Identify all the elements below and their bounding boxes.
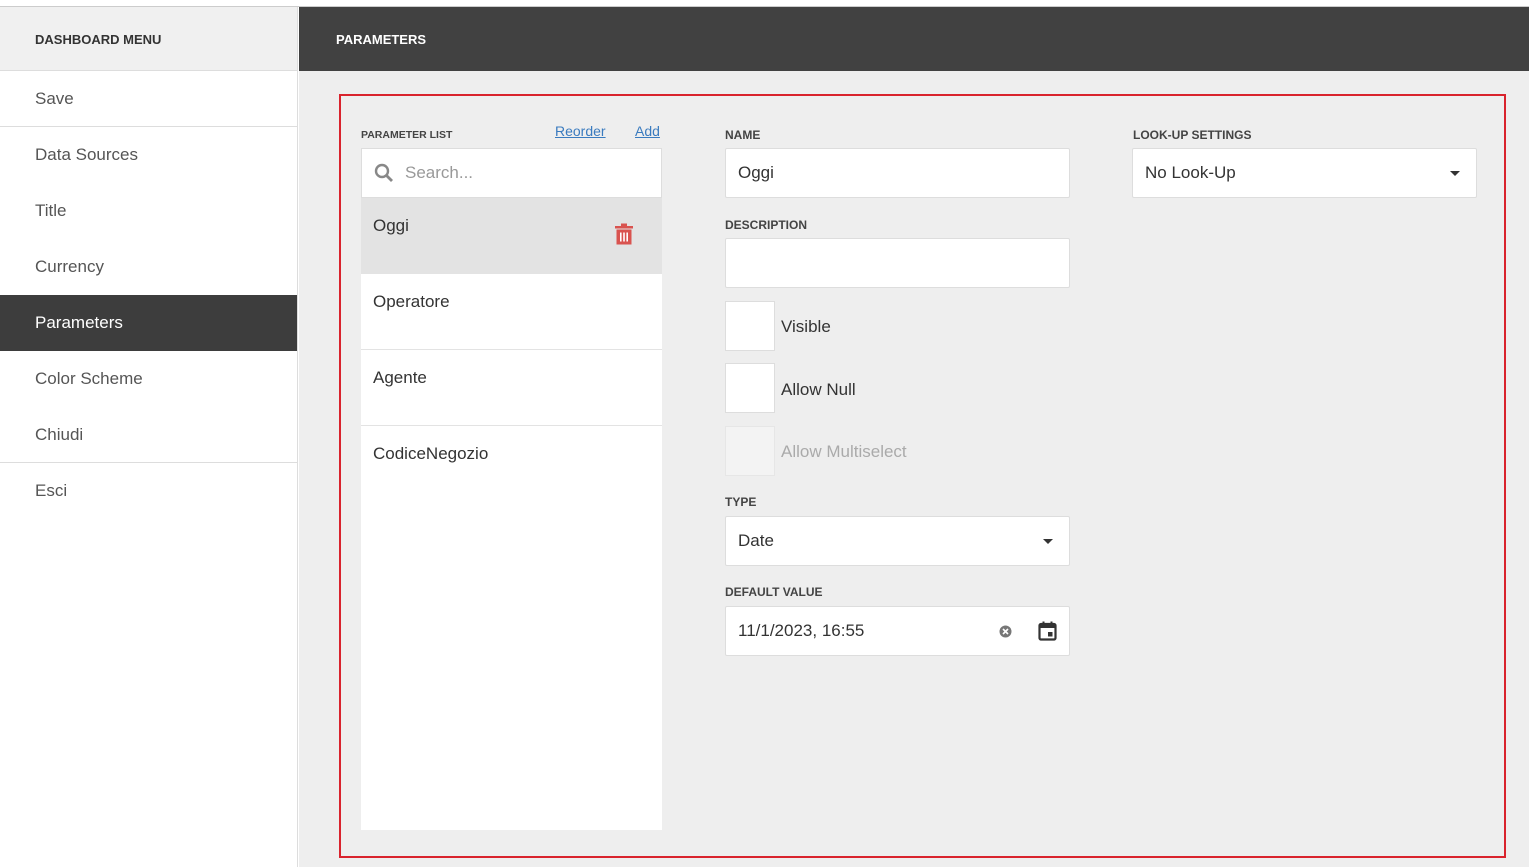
default-value: 11/1/2023, 16:55 xyxy=(738,621,865,640)
allow-multiselect-label: Allow Multiselect xyxy=(781,442,907,461)
menu-item-color-scheme[interactable]: Color Scheme xyxy=(0,351,297,407)
clear-icon[interactable] xyxy=(999,625,1012,638)
lookup-settings-label: LOOK-UP SETTINGS xyxy=(1133,128,1252,142)
search-placeholder: Search... xyxy=(405,163,474,182)
parameter-list-label: PARAMETER LIST xyxy=(361,129,453,141)
chevron-down-icon xyxy=(1043,539,1053,544)
menu-item-currency[interactable]: Currency xyxy=(0,239,297,295)
item-name: Oggi xyxy=(373,216,409,235)
menu-item-chiudi[interactable]: Chiudi xyxy=(0,407,297,463)
menu-item-esci[interactable]: Esci xyxy=(0,463,297,519)
name-input[interactable]: Oggi xyxy=(725,148,1070,198)
type-select[interactable]: Date xyxy=(725,516,1070,566)
trash-icon[interactable] xyxy=(614,223,634,245)
list-item[interactable]: CodiceNegozio xyxy=(361,426,662,502)
type-label: TYPE xyxy=(725,495,757,509)
reorder-link[interactable]: Reorder xyxy=(555,123,606,139)
dashboard-menu: DASHBOARD MENU Save Data Sources Title C… xyxy=(0,7,298,867)
search-icon xyxy=(374,163,393,182)
type-value: Date xyxy=(738,531,774,550)
add-link[interactable]: Add xyxy=(635,123,660,139)
default-value-input[interactable]: 11/1/2023, 16:55 xyxy=(725,606,1070,656)
list-item[interactable]: Oggi xyxy=(361,198,662,274)
default-value-label: DEFAULT VALUE xyxy=(725,585,823,599)
parameter-list: Search... Oggi Operatore Agente CodiceNe… xyxy=(361,148,662,830)
menu-title: DASHBOARD MENU xyxy=(0,7,297,71)
allow-multiselect-checkbox xyxy=(725,426,775,476)
lookup-value: No Look-Up xyxy=(1145,163,1236,182)
list-item[interactable]: Agente xyxy=(361,350,662,426)
lookup-select[interactable]: No Look-Up xyxy=(1132,148,1477,198)
visible-checkbox[interactable] xyxy=(725,301,775,351)
description-label: DESCRIPTION xyxy=(725,218,808,232)
menu-item-data-sources[interactable]: Data Sources xyxy=(0,127,297,183)
list-item[interactable]: Operatore xyxy=(361,274,662,350)
search-input[interactable]: Search... xyxy=(361,148,662,198)
chevron-down-icon xyxy=(1450,171,1460,176)
item-name: CodiceNegozio xyxy=(373,444,489,463)
top-border xyxy=(0,0,1529,7)
item-name: Agente xyxy=(373,368,427,387)
menu-item-title[interactable]: Title xyxy=(0,183,297,239)
allow-null-checkbox[interactable] xyxy=(725,363,775,413)
page-title: PARAMETERS xyxy=(299,7,1529,71)
item-name: Operatore xyxy=(373,292,450,311)
allow-null-label: Allow Null xyxy=(781,380,856,399)
visible-label: Visible xyxy=(781,317,831,336)
name-label: NAME xyxy=(725,128,761,142)
menu-item-save[interactable]: Save xyxy=(0,71,297,127)
menu-item-parameters[interactable]: Parameters xyxy=(0,295,297,351)
description-input[interactable] xyxy=(725,238,1070,288)
calendar-icon[interactable] xyxy=(1038,621,1057,641)
